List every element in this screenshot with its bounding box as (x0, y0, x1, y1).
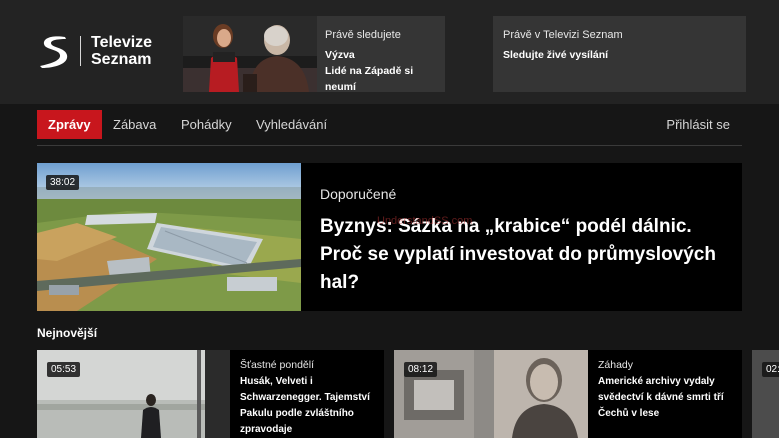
live-label: Právě v Televizi Seznam (503, 29, 623, 41)
brand-name: Televize Seznam (91, 34, 152, 68)
main-nav: Zprávy Zábava Pohádky Vyhledávání Přihlá… (37, 110, 742, 146)
latest-card-section: Šťastné pondělí (240, 359, 314, 371)
live-broadcast-card[interactable]: Právě v Televizi Seznam Sledujte živé vy… (493, 16, 746, 92)
latest-card[interactable]: 02: (752, 350, 779, 438)
tab-zpravy[interactable]: Zprávy (37, 110, 102, 139)
seznam-s-logo-icon (40, 36, 68, 68)
latest-card-title: Americké archivy vydaly svědectví k dávn… (598, 376, 724, 419)
latest-card-info: Záhady Americké archivy vydaly svědectví… (598, 359, 738, 422)
latest-card-duration: 02: (762, 362, 779, 377)
brand-logo[interactable]: Televize Seznam (38, 33, 152, 69)
now-watching-title: Výzva (325, 49, 355, 61)
now-watching-label: Právě sledujete (325, 29, 401, 41)
latest-card[interactable]: 08:12 Záhady Americké archivy vydaly svě… (394, 350, 742, 438)
live-title: Sledujte živé vysílání (503, 49, 609, 61)
featured-section-label: Doporučené (320, 186, 397, 202)
latest-card-title: Husák, Velveti i Schwarzenegger. Tajemst… (240, 376, 370, 435)
now-watching-subtitle: Lidé na Západě si neumí (325, 65, 414, 93)
top-bar: Televize Seznam Právě sledujete Výzva Li… (0, 0, 779, 104)
latest-card[interactable]: 05:53 Šťastné pondělí Husák, Velveti i S… (37, 350, 384, 438)
latest-card-duration: 05:53 (47, 362, 81, 377)
latest-card-section: Záhady (598, 359, 634, 371)
now-watching-info: Právě sledujete Výzva Lidé na Západě si … (325, 29, 445, 95)
login-button[interactable]: Přihlásit se (666, 110, 730, 139)
brand-name-line2: Seznam (91, 51, 152, 68)
latest-card-duration: 08:12 (404, 362, 438, 377)
latest-card-info: Šťastné pondělí Husák, Velveti i Schwarz… (240, 359, 378, 438)
watermark: UnderstandSS.com (377, 215, 473, 227)
now-watching-card[interactable]: Právě sledujete Výzva Lidé na Západě si … (183, 16, 445, 95)
latest-heading: Nejnovější (37, 326, 98, 340)
now-watching-thumbnail (183, 16, 317, 92)
tab-pohadky[interactable]: Pohádky (181, 110, 232, 139)
featured-video[interactable]: 38:02 Doporučené Byznys: Sázka na „krabi… (37, 163, 742, 311)
brand-name-line1: Televize (91, 34, 153, 51)
featured-duration: 38:02 (46, 175, 80, 190)
live-info: Právě v Televizi Seznam Sledujte živé vy… (503, 29, 623, 63)
logo-divider (80, 36, 81, 66)
tab-vyhledavani[interactable]: Vyhledávání (256, 110, 327, 139)
tab-zabava[interactable]: Zábava (113, 110, 156, 139)
